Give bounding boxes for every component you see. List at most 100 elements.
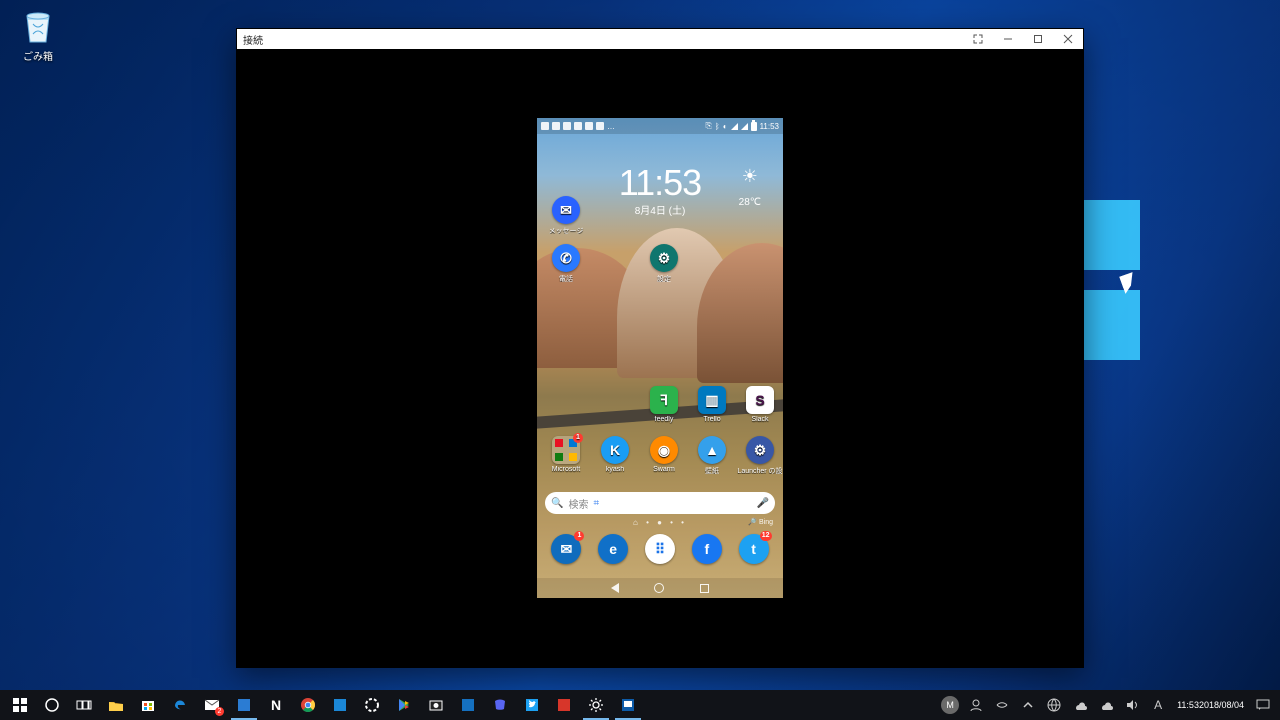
tray-nearby-share[interactable] (989, 690, 1015, 720)
status-clock: 11:53 (760, 122, 779, 131)
notification-icon (585, 122, 593, 130)
cortana-search-button[interactable] (36, 690, 68, 720)
picture-icon: ▲ (698, 436, 726, 464)
app-label: Swarm (641, 466, 687, 474)
dock-outlook[interactable]: ✉ 1 (551, 534, 581, 564)
nav-home-button[interactable] (654, 583, 664, 593)
app-label: Launcher の設定 (737, 466, 783, 474)
taskbar-mail[interactable]: 2 (196, 690, 228, 720)
dock-app-drawer[interactable]: ⠿ (645, 534, 675, 564)
clock-time: 11:53 (1177, 700, 1199, 710)
taskbar-camera[interactable] (420, 690, 452, 720)
taskbar-notion[interactable]: N (260, 690, 292, 720)
messages-icon: ✉ (552, 196, 580, 224)
cast-icon: ⎘ (706, 121, 712, 131)
tray-people[interactable] (963, 690, 989, 720)
search-placeholder: 検索 (568, 496, 588, 511)
taskbar-app-red[interactable] (548, 690, 580, 720)
mic-icon[interactable]: 🎤 (757, 498, 769, 509)
app-label: 壁紙 (689, 466, 735, 474)
app-feedly[interactable]: ꟻ feedly (641, 386, 687, 424)
tray-expand-chevron[interactable] (1015, 690, 1041, 720)
folder-microsoft[interactable]: 1 Microsoft (543, 436, 589, 474)
start-button[interactable] (4, 690, 36, 720)
action-center-button[interactable] (1250, 690, 1276, 720)
taskbar-connect-app[interactable] (612, 690, 644, 720)
phone-dock: ✉ 1 e ⠿ f t 12 (537, 534, 783, 564)
facebook-icon: f (704, 541, 709, 557)
app-kyash[interactable]: K kyash (592, 436, 638, 474)
android-nav-bar (537, 578, 783, 598)
vibrate-icon: ◐ (723, 122, 728, 131)
window-title: 接続 (243, 32, 263, 47)
avatar-icon: M (941, 696, 959, 714)
app-wallpaper[interactable]: ▲ 壁紙 (689, 436, 735, 474)
notion-icon: N (271, 697, 281, 713)
app-label: Microsoft (543, 466, 589, 474)
search-bar[interactable]: 🔍 検索 ⌗ 🎤 (545, 492, 775, 514)
slack-icon: S (746, 386, 774, 414)
app-trello[interactable]: ▥ Trello (689, 386, 735, 424)
search-icon: 🔍 (551, 498, 563, 509)
clock-date: 2018/08/04 (1199, 700, 1244, 710)
app-label: メッセージ (543, 226, 589, 234)
dock-edge[interactable]: e (598, 534, 628, 564)
app-label: 電話 (543, 274, 589, 282)
app-launcher-settings[interactable]: ⚙ Launcher の設定 (737, 436, 783, 474)
taskbar-explorer[interactable] (100, 690, 132, 720)
dock-twitter[interactable]: t 12 (739, 534, 769, 564)
app-label: Slack (737, 416, 783, 424)
tray-ime-indicator[interactable]: A (1145, 690, 1171, 720)
notification-icon (552, 122, 560, 130)
taskbar-app-blue1[interactable] (324, 690, 356, 720)
app-settings[interactable]: ⚙ 設定 (641, 244, 687, 282)
task-view-button[interactable] (68, 690, 100, 720)
android-status-bar[interactable]: … ⎘ ᛒ ◐ 11:53 (537, 118, 783, 134)
taskbar-settings[interactable] (580, 690, 612, 720)
taskbar-twitter[interactable] (516, 690, 548, 720)
tray-onedrive-icon-2[interactable] (1093, 690, 1119, 720)
taskbar-app-generic[interactable] (228, 690, 260, 720)
taskbar-chrome[interactable] (292, 690, 324, 720)
taskbar-play-store[interactable] (388, 690, 420, 720)
tray-clock[interactable]: 11:53 2018/08/04 (1171, 690, 1250, 720)
maximize-button[interactable] (1023, 29, 1053, 49)
connect-app-viewport: … ⎘ ᛒ ◐ 11:53 11:53 8月4日 (土) (237, 49, 1083, 667)
trello-icon: ▥ (698, 386, 726, 414)
minimize-button[interactable] (993, 29, 1023, 49)
app-messages[interactable]: ✉ メッセージ (543, 196, 589, 234)
close-button[interactable] (1053, 29, 1083, 49)
nav-back-button[interactable] (611, 583, 619, 593)
window-titlebar[interactable]: 接続 (237, 29, 1083, 49)
app-phone[interactable]: ✆ 電話 (543, 244, 589, 282)
nav-recent-button[interactable] (700, 584, 709, 593)
tray-volume-icon[interactable] (1119, 690, 1145, 720)
notification-icon (541, 122, 549, 130)
notification-badge: 1 (574, 531, 584, 541)
taskbar-edge[interactable] (164, 690, 196, 720)
taskbar-app-blue3[interactable] (452, 690, 484, 720)
taskbar-store[interactable] (132, 690, 164, 720)
tray-onedrive-icon[interactable] (1067, 690, 1093, 720)
edge-icon: e (609, 541, 617, 557)
gear-icon: ⚙ (650, 244, 678, 272)
taskbar-app-blue2[interactable] (356, 690, 388, 720)
recycle-bin-desktop-icon[interactable]: ごみ箱 (8, 4, 68, 63)
windows-desktop[interactable]: ごみ箱 接続 (0, 0, 1280, 720)
mirrored-phone-screen[interactable]: … ⎘ ᛒ ◐ 11:53 11:53 8月4日 (土) (537, 118, 783, 598)
app-slack[interactable]: S Slack (737, 386, 783, 424)
app-label: 設定 (641, 274, 687, 282)
dock-facebook[interactable]: f (692, 534, 722, 564)
twitter-icon: t (751, 541, 756, 557)
folder-icon: 1 (552, 436, 580, 464)
tray-user-avatar[interactable]: M (937, 690, 963, 720)
app-swarm[interactable]: ◉ Swarm (641, 436, 687, 474)
swarm-icon: ◉ (650, 436, 678, 464)
feedly-icon: ꟻ (650, 386, 678, 414)
taskbar-discord[interactable] (484, 690, 516, 720)
weather-widget[interactable]: ☀ 28℃ (739, 166, 761, 208)
qr-scan-icon[interactable]: ⌗ (593, 498, 599, 509)
fullscreen-button[interactable] (963, 29, 993, 49)
grid-icon: ⠿ (655, 541, 665, 558)
tray-network-icon[interactable] (1041, 690, 1067, 720)
